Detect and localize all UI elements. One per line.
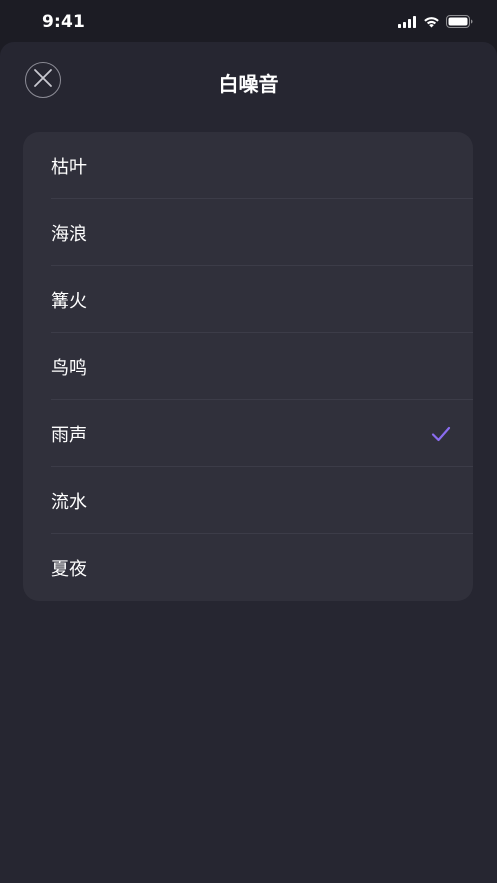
list-item-rain[interactable]: 雨声	[23, 400, 473, 467]
cellular-signal-icon	[398, 13, 417, 32]
list-item-flowing-water[interactable]: 流水	[23, 467, 473, 534]
status-time: 9:41	[42, 12, 86, 32]
list-item-label: 流水	[51, 491, 87, 513]
list-item-label: 雨声	[51, 424, 87, 446]
battery-icon	[446, 13, 473, 32]
list-item-label: 海浪	[51, 223, 87, 245]
list-item-birdsong[interactable]: 鸟鸣	[23, 333, 473, 400]
status-bar: 9:41	[0, 0, 497, 44]
wifi-icon	[423, 13, 440, 32]
status-icons	[398, 13, 473, 32]
list-item-campfire[interactable]: 篝火	[23, 266, 473, 333]
white-noise-sheet: 白噪音 枯叶 海浪 篝火 鸟鸣 雨声 流水 夏夜	[0, 42, 497, 883]
list-item-dry-leaves[interactable]: 枯叶	[23, 132, 473, 199]
sound-list: 枯叶 海浪 篝火 鸟鸣 雨声 流水 夏夜	[23, 132, 473, 601]
checkmark-icon	[431, 425, 451, 443]
list-item-label: 鸟鸣	[51, 357, 87, 379]
list-item-label: 夏夜	[51, 558, 87, 580]
list-item-label: 枯叶	[51, 156, 87, 178]
list-item-summer-night[interactable]: 夏夜	[23, 534, 473, 601]
list-item-waves[interactable]: 海浪	[23, 199, 473, 266]
page-title: 白噪音	[218, 72, 279, 96]
list-item-label: 篝火	[51, 290, 87, 312]
